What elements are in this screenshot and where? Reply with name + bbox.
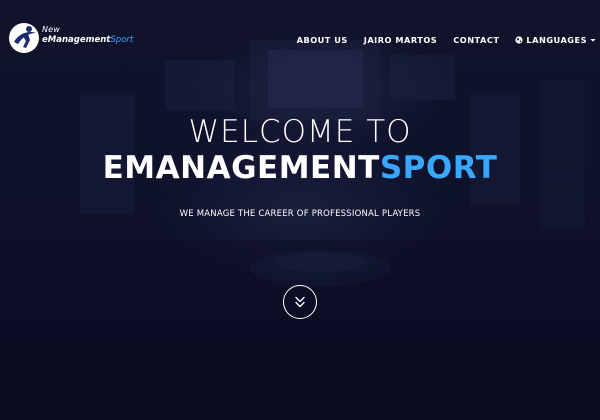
- hero-tagline: WE MANAGE THE CAREER OF PROFESSIONAL PLA…: [179, 209, 421, 219]
- hero-brand-primary: EMANAGEMENT: [102, 150, 380, 186]
- hero-brand-accent: SPORT: [379, 150, 498, 186]
- hero-welcome-heading: WELCOME TO: [188, 114, 412, 150]
- nav-jairo-martos[interactable]: JAIRO MARTOS: [364, 35, 437, 45]
- nav-menu: ABOUT US JAIRO MARTOS CONTACT LANGUAGES: [297, 35, 596, 45]
- logo-wordmark-primary: eManagement: [42, 35, 111, 45]
- nav-about-us[interactable]: ABOUT US: [297, 35, 348, 45]
- logo-new-text: New: [42, 25, 61, 34]
- hero-brand-heading: EMANAGEMENTSPORT: [0, 150, 600, 186]
- caret-down-icon: [590, 39, 596, 42]
- globe-icon: [515, 36, 524, 44]
- logo-wordmark: eManagementSport: [42, 35, 133, 45]
- top-navbar: New eManagementSport ABOUT US JAIRO MART…: [0, 0, 600, 72]
- nav-languages-dropdown[interactable]: LANGUAGES: [515, 35, 596, 45]
- nav-languages-label: LANGUAGES: [526, 35, 587, 45]
- double-chevron-down-icon: [295, 296, 305, 308]
- logo-runner-icon: [9, 23, 39, 53]
- logo-wordmark-accent: Sport: [110, 35, 134, 45]
- scroll-down-button[interactable]: [283, 285, 317, 319]
- hero-section: New eManagementSport ABOUT US JAIRO MART…: [0, 0, 600, 420]
- nav-contact[interactable]: CONTACT: [453, 35, 499, 45]
- site-logo[interactable]: New eManagementSport: [8, 22, 148, 56]
